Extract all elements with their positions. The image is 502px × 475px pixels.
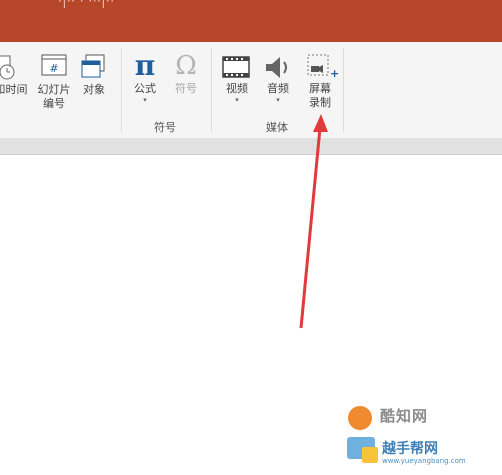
watermark-logo [348, 406, 372, 430]
watermark-text: 酷知网 [380, 407, 429, 425]
watermark-url: www.yueyangbang.com [382, 457, 466, 465]
annotation-arrow [299, 114, 328, 329]
watermark-text-2: 越手帮网 [382, 441, 438, 457]
watermark-logo-3 [362, 447, 378, 463]
